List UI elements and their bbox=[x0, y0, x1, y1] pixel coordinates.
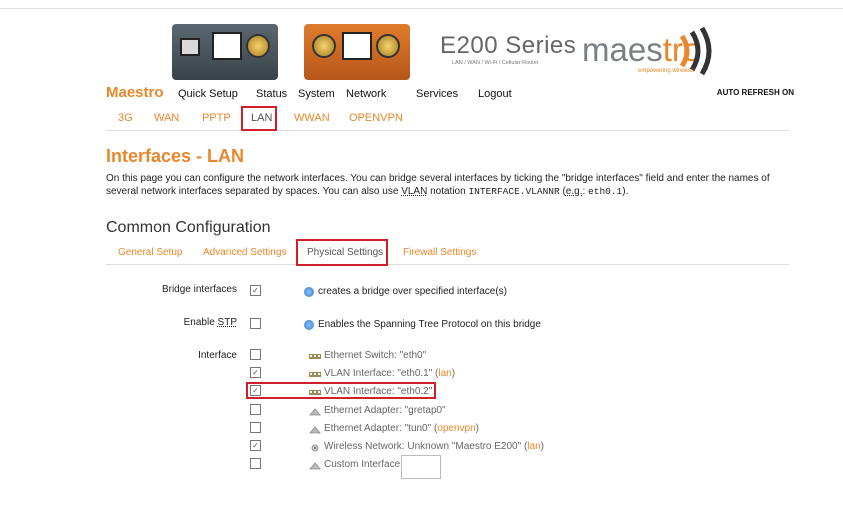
nav-logout[interactable]: Logout bbox=[478, 88, 512, 100]
interface-custom: Custom Interface: bbox=[324, 459, 403, 470]
interface-checkbox-eth0-1[interactable]: ✓ bbox=[250, 367, 261, 378]
router-ethernet-port bbox=[212, 32, 242, 60]
router-antenna-connector bbox=[312, 34, 336, 58]
bridge-interfaces-checkbox[interactable]: ✓ bbox=[250, 285, 261, 296]
interface-checkbox-wireless[interactable]: ✓ bbox=[250, 440, 261, 451]
interface-wireless: Wireless Network: Unknown "Maestro E200"… bbox=[324, 441, 544, 452]
interface-text: Custom Interface: bbox=[324, 459, 403, 470]
page-description: On this page you can configure the netwo… bbox=[106, 172, 786, 198]
interface-label: Interface bbox=[198, 350, 237, 361]
zone-link-lan[interactable]: lan bbox=[527, 441, 540, 452]
series-subtitle: LAN / WAN / Wi-Fi / Cellular Router bbox=[452, 60, 539, 66]
subnav-wwan[interactable]: WWAN bbox=[294, 112, 330, 124]
code-interface-vlannr: INTERFACE.VLANNR bbox=[468, 186, 560, 197]
zone-link-openvpn[interactable]: openvpn bbox=[437, 423, 475, 434]
series-title: E200 Series bbox=[440, 32, 577, 59]
brand-tagline: empowering wireless bbox=[638, 68, 695, 74]
desc-text: notation bbox=[427, 186, 469, 197]
interface-checkbox-tun0[interactable] bbox=[250, 422, 261, 433]
tab-firewall-settings[interactable]: Firewall Settings bbox=[403, 247, 476, 258]
wireless-icon bbox=[311, 444, 319, 452]
stp-hint: Enables the Spanning Tree Protocol on th… bbox=[318, 319, 541, 330]
page-title: Interfaces - LAN bbox=[106, 146, 245, 166]
banner: E200 Series LAN / WAN / Wi-Fi / Cellular… bbox=[0, 12, 843, 80]
interface-text: Ethernet Adapter: "tun0" ( bbox=[324, 423, 438, 434]
vlan-icon bbox=[309, 372, 321, 377]
router-ethernet-port bbox=[342, 32, 372, 60]
custom-interface-icon bbox=[309, 462, 321, 470]
highlight-box-physical-settings bbox=[296, 239, 388, 266]
interface-gretap0: Ethernet Adapter: "gretap0" bbox=[324, 405, 446, 416]
bridge-hint: creates a bridge over specified interfac… bbox=[318, 286, 507, 297]
subnav-pptp[interactable]: PPTP bbox=[202, 112, 231, 124]
router-antenna-connector bbox=[246, 34, 270, 58]
ethernet-adapter-icon bbox=[309, 408, 321, 416]
network-subnav: 3G WAN PPTP LAN WWAN OPENVPN bbox=[106, 110, 789, 131]
stp-label-text: Enable bbox=[183, 317, 218, 328]
subnav-3g[interactable]: 3G bbox=[118, 112, 133, 124]
ethernet-switch-icon bbox=[309, 354, 321, 359]
router-image-orange bbox=[304, 24, 410, 80]
router-image-gray bbox=[172, 24, 278, 80]
top-border bbox=[0, 0, 843, 9]
tab-advanced-settings[interactable]: Advanced Settings bbox=[203, 247, 286, 258]
vlan-abbr: VLAN bbox=[401, 186, 428, 197]
subnav-wan[interactable]: WAN bbox=[154, 112, 179, 124]
code-eth0-1: eth0.1 bbox=[588, 186, 623, 197]
enable-stp-checkbox[interactable] bbox=[250, 318, 261, 329]
main-nav: Maestro Quick Setup Status System Networ… bbox=[106, 84, 794, 104]
highlight-box-eth0-2 bbox=[246, 382, 436, 399]
interface-tun0: Ethernet Adapter: "tun0" (openvpn) bbox=[324, 423, 479, 434]
ethernet-adapter-icon bbox=[309, 426, 321, 434]
interface-eth0: Ethernet Switch: "eth0" bbox=[324, 350, 426, 361]
interface-checkbox-gretap0[interactable] bbox=[250, 404, 261, 415]
subnav-openvpn[interactable]: OPENVPN bbox=[349, 112, 403, 124]
info-icon bbox=[304, 287, 314, 297]
interface-text-end: ) bbox=[540, 441, 544, 452]
nav-brand[interactable]: Maestro bbox=[106, 84, 164, 101]
enable-stp-label: Enable STP bbox=[107, 317, 237, 328]
interface-text: VLAN Interface: "eth0.1" ( bbox=[324, 368, 439, 379]
interface-text-end: ) bbox=[475, 423, 479, 434]
interface-checkbox-custom[interactable] bbox=[250, 458, 261, 469]
stp-abbr: STP bbox=[217, 317, 237, 328]
router-antenna-connector bbox=[376, 34, 400, 58]
custom-interface-input[interactable] bbox=[401, 455, 441, 479]
nav-quick-setup[interactable]: Quick Setup bbox=[178, 88, 238, 100]
nav-network[interactable]: Network bbox=[346, 88, 386, 100]
nav-system[interactable]: System bbox=[298, 88, 335, 100]
nav-status[interactable]: Status bbox=[256, 88, 287, 100]
logo-text-prefix: maes bbox=[582, 31, 663, 68]
interface-checkbox-eth0[interactable] bbox=[250, 349, 261, 360]
auto-refresh-toggle[interactable]: AUTO REFRESH ON bbox=[717, 88, 794, 97]
interface-text: Wireless Network: Unknown "Maestro E200"… bbox=[324, 441, 528, 452]
interface-text: Ethernet Adapter: "gretap0" bbox=[324, 405, 446, 416]
nav-services[interactable]: Services bbox=[416, 88, 458, 100]
tab-general-setup[interactable]: General Setup bbox=[118, 247, 183, 258]
router-port bbox=[180, 38, 200, 56]
section-title: Common Configuration bbox=[106, 219, 271, 236]
desc-text: ). bbox=[622, 186, 629, 197]
interface-text: Ethernet Switch: "eth0" bbox=[324, 350, 427, 361]
zone-link-lan[interactable]: lan bbox=[438, 368, 451, 379]
interface-eth0-1: VLAN Interface: "eth0.1" (lan) bbox=[324, 368, 455, 379]
interface-text-end: ) bbox=[451, 368, 456, 379]
bridge-interfaces-label: Bridge interfaces bbox=[161, 284, 237, 295]
info-icon bbox=[304, 320, 314, 330]
highlight-box-lan bbox=[241, 106, 277, 131]
section-tabs: General Setup Advanced Settings Physical… bbox=[106, 244, 789, 265]
eg-abbr: e.g. bbox=[565, 186, 583, 197]
